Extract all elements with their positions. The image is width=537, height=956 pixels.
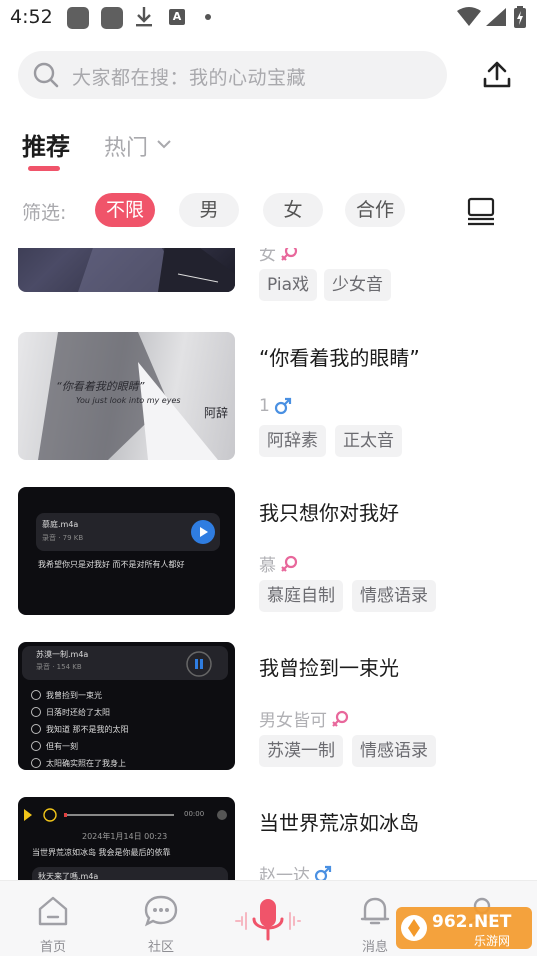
community-icon	[144, 895, 178, 927]
work-tag[interactable]: 慕庭自制	[259, 580, 343, 612]
signal-icon	[486, 8, 506, 26]
work-tag[interactable]: 情感语录	[352, 735, 436, 767]
work-title[interactable]: 我只想你对我好	[259, 497, 399, 526]
work-author[interactable]: 1	[259, 396, 292, 416]
audio-card: 苏漠一制.m4a 录音 · 154 KB	[22, 646, 228, 680]
work-thumbnail[interactable]: 00:00 2024年1月14日 00:23 当世界荒凉如冰岛 我会是你最后的依…	[18, 797, 235, 880]
play-icon	[191, 520, 215, 544]
filter-label: 筛选:	[22, 202, 67, 224]
app-icon	[67, 7, 89, 29]
thumb-signature: 阿辞	[204, 406, 229, 420]
thumb-text: 00:00	[184, 810, 205, 818]
work-thumbnail[interactable]: “你看着我的眼睛” You just look into my eyes 阿辞	[18, 332, 235, 460]
thumb-text: 当世界荒凉如冰岛 我会是你最后的依靠	[32, 848, 171, 857]
search-placeholder: 大家都在搜：我的心动宝藏	[72, 67, 307, 89]
work-author[interactable]: 男女皆可	[259, 706, 349, 731]
status-time: 4:52	[10, 6, 53, 28]
thumb-text: You just look into my eyes	[76, 396, 181, 405]
work-thumbnail[interactable]: 苏漠一制.m4a 录音 · 154 KB 我曾捡到一束光 日落时还给了太阳 我知…	[18, 642, 235, 770]
thumb-text: 日落时还给了太阳	[46, 708, 110, 717]
search-bar[interactable]: 大家都在搜：我的心动宝藏	[18, 51, 447, 99]
a-icon: A	[169, 9, 185, 25]
dot-icon	[205, 14, 211, 20]
male-icon	[314, 865, 332, 880]
list-item[interactable]: 女 Pia戏 少女音	[0, 248, 537, 304]
work-title[interactable]: “你看着我的眼睛”	[259, 342, 420, 371]
thumb-text: 太阳确实照在了我身上	[46, 759, 126, 768]
work-author[interactable]: 慕	[259, 551, 298, 576]
nav-home[interactable]: 首页	[13, 881, 93, 956]
list-item[interactable]: 00:00 2024年1月14日 00:23 当世界荒凉如冰岛 我会是你最后的依…	[0, 797, 537, 880]
work-author[interactable]: 赵一达	[259, 861, 332, 880]
thumb-text: 但有一刻	[46, 742, 78, 751]
audio-card: 慕庭.m4a 录音 · 79 KB	[36, 513, 220, 551]
work-author[interactable]: 女	[259, 248, 298, 265]
status-bar: 4:52 A	[0, 0, 537, 36]
nav-community[interactable]: 社区	[121, 881, 201, 956]
thumb-text: 2024年1月14日 00:23	[82, 832, 168, 841]
search-icon	[33, 62, 59, 88]
app-icon	[101, 7, 123, 29]
battery-icon	[514, 6, 526, 28]
thumb-text: 秋天来了嗎.m4a	[38, 872, 99, 880]
thumb-text: 我知道 那不是我的太阳	[46, 725, 129, 734]
male-icon	[274, 397, 291, 415]
female-icon	[281, 555, 298, 572]
thumb-text: 录音 · 79 KB	[42, 534, 84, 542]
nav-record[interactable]	[228, 881, 308, 956]
work-tag[interactable]: Pia戏	[259, 269, 318, 301]
filter-chip-collab[interactable]: 合作	[345, 193, 405, 227]
microphone-icon	[235, 899, 301, 941]
work-tag[interactable]: 阿辞素	[259, 425, 326, 457]
tab-hot[interactable]: 热门	[104, 130, 148, 162]
work-thumbnail[interactable]	[18, 248, 235, 292]
wifi-icon	[457, 7, 481, 26]
thumb-text: 苏漠一制.m4a	[36, 650, 89, 659]
female-icon	[332, 710, 349, 727]
work-tag[interactable]: 少女音	[324, 269, 391, 301]
work-tag[interactable]: 苏漠一制	[259, 735, 343, 767]
pause-icon	[186, 651, 212, 677]
audio-card: 秋天来了嗎.m4a	[32, 867, 228, 880]
thumb-text: 慕庭.m4a	[42, 520, 79, 529]
watermark-sub: 乐游网	[474, 934, 510, 948]
tab-recommend[interactable]: 推荐	[22, 127, 70, 162]
female-icon	[281, 248, 298, 261]
thumb-text: “你看着我的眼睛”	[56, 380, 145, 393]
bell-icon	[360, 897, 390, 925]
site-watermark: 962.NET 乐游网	[396, 907, 532, 949]
layout-toggle-icon[interactable]	[466, 196, 496, 226]
tab-active-indicator	[28, 166, 60, 171]
download-icon	[136, 7, 152, 27]
work-title[interactable]: 当世界荒凉如冰岛	[259, 807, 419, 836]
work-list: 女 Pia戏 少女音 “你看着我的眼睛” You just look into …	[0, 248, 537, 880]
work-tag[interactable]: 正太音	[335, 425, 402, 457]
list-item[interactable]: 慕庭.m4a 录音 · 79 KB 我希望你只是对我好 而不是对所有人都好 我只…	[0, 487, 537, 627]
list-item[interactable]: 苏漠一制.m4a 录音 · 154 KB 我曾捡到一束光 日落时还给了太阳 我知…	[0, 642, 537, 782]
filter-chip-female[interactable]: 女	[263, 193, 323, 227]
work-thumbnail[interactable]: 慕庭.m4a 录音 · 79 KB 我希望你只是对我好 而不是对所有人都好	[18, 487, 235, 615]
work-title[interactable]: 我曾捡到一束光	[259, 652, 399, 681]
nav-label: 社区	[147, 940, 174, 955]
filter-chip-male[interactable]: 男	[179, 193, 239, 227]
list-item[interactable]: “你看着我的眼睛” You just look into my eyes 阿辞 …	[0, 332, 537, 472]
thumb-text: 录音 · 154 KB	[36, 663, 82, 671]
radio-icons	[31, 690, 41, 768]
chevron-down-icon[interactable]	[156, 138, 172, 150]
filter-chip-all[interactable]: 不限	[95, 193, 155, 227]
thumb-text: 我曾捡到一束光	[46, 691, 102, 700]
thumb-text: 我希望你只是对我好 而不是对所有人都好	[38, 560, 185, 569]
work-tag[interactable]: 情感语录	[352, 580, 436, 612]
home-icon	[38, 896, 68, 926]
upload-icon[interactable]	[481, 59, 513, 91]
watermark-text: 962.NET	[432, 912, 512, 932]
nav-label: 首页	[39, 940, 66, 955]
